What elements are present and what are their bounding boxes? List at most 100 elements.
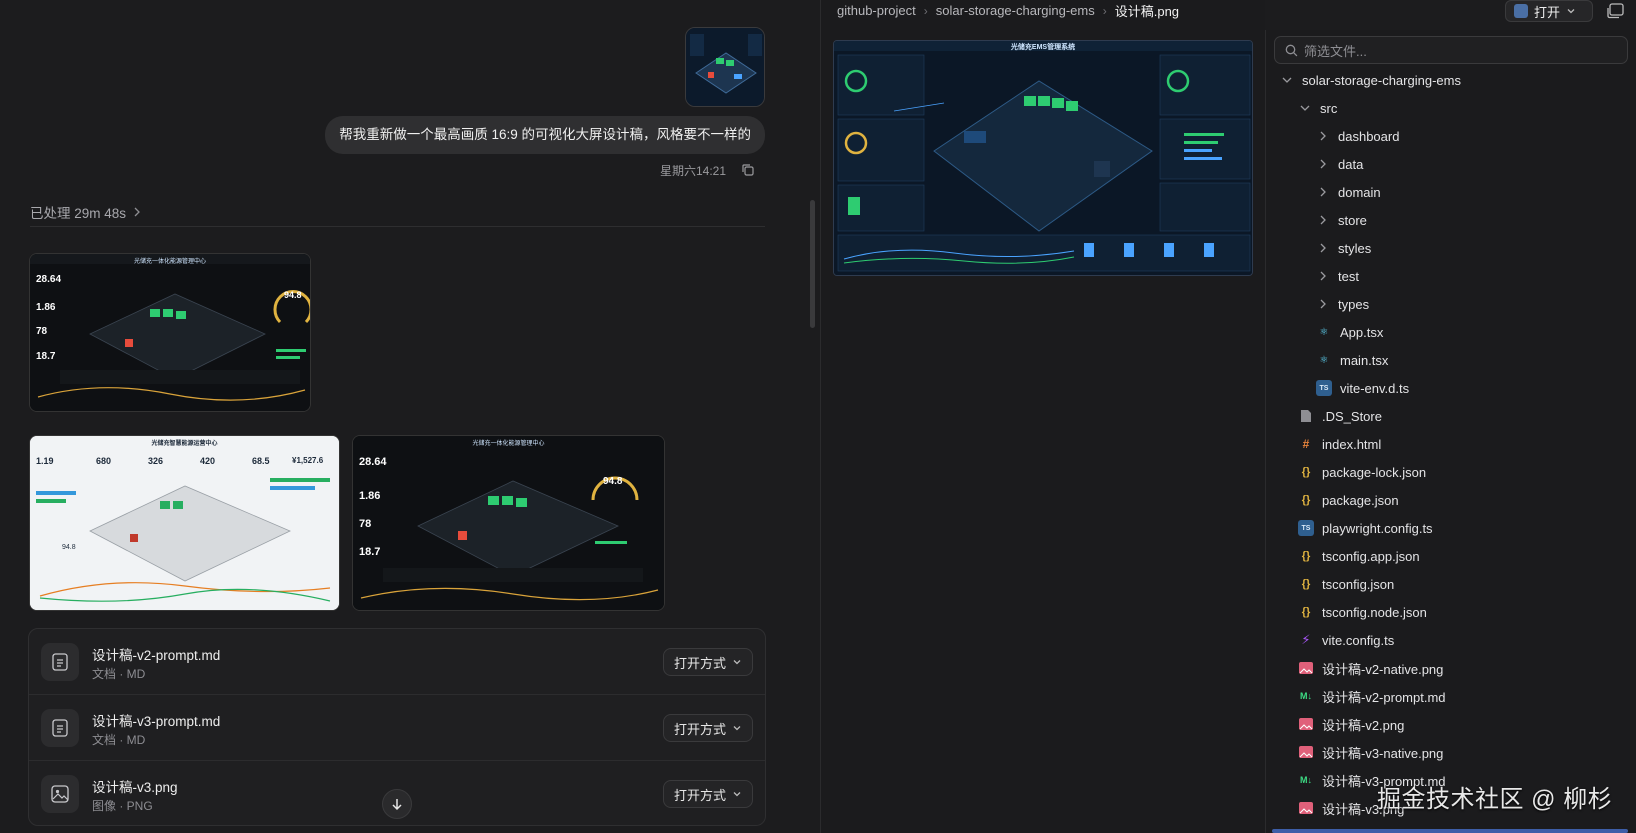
attached-image-thumbnail[interactable] — [685, 27, 765, 107]
tree-file[interactable]: TS vite-env.d.ts — [1316, 376, 1409, 400]
scroll-to-bottom-button[interactable] — [382, 789, 412, 819]
chevron-down-icon — [1282, 77, 1292, 83]
generated-image-1[interactable]: 光储充一体化能源管理中心 28.64 1.86 78 18.7 94.8 — [29, 253, 311, 412]
tree-item-label: test — [1338, 268, 1359, 284]
tree-item-label: vite.config.ts — [1322, 632, 1395, 648]
tree-item-label: store — [1338, 212, 1367, 228]
file-row[interactable]: 设计稿-v2-prompt.md 文档 · MD 打开方式 — [29, 629, 765, 695]
message-timestamp: 星期六14:21 — [660, 164, 727, 178]
markdown-icon: M↓ — [1300, 691, 1312, 701]
kpi-value: 326 — [148, 456, 164, 466]
chevron-down-icon — [1567, 9, 1575, 14]
json-icon: {} — [1301, 550, 1311, 562]
tree-folder[interactable]: types — [1316, 292, 1369, 316]
gauge-value: 94.8 — [62, 544, 76, 551]
tree-folder[interactable]: data — [1316, 152, 1363, 176]
kpi-value: 420 — [200, 456, 216, 466]
tree-file[interactable]: 设计稿-v2.png — [1298, 712, 1404, 736]
tree-folder-root[interactable]: solar-storage-charging-ems — [1280, 68, 1461, 92]
kpi-value: ¥1,527.6 — [292, 456, 324, 465]
tree-folder[interactable]: styles — [1316, 236, 1371, 260]
html-icon: # — [1302, 437, 1310, 451]
json-icon: {} — [1301, 466, 1311, 478]
chevron-right-icon: › — [1102, 3, 1107, 18]
json-icon: {} — [1301, 578, 1311, 590]
tree-file[interactable]: {} tsconfig.json — [1298, 572, 1395, 596]
open-with-label: 打开方式 — [673, 721, 726, 737]
tree-file[interactable]: 设计稿-v2-native.png — [1298, 656, 1443, 680]
file-row[interactable]: 设计稿-v3-prompt.md 文档 · MD 打开方式 — [29, 695, 765, 761]
markdown-icon: M↓ — [1300, 775, 1312, 785]
tree-file[interactable]: # index.html — [1298, 432, 1382, 456]
tree-folder[interactable]: dashboard — [1316, 124, 1399, 148]
tree-item-label: main.tsx — [1340, 352, 1389, 368]
chat-scrollbar[interactable] — [810, 200, 815, 328]
open-with-button[interactable]: 打开方式 — [662, 648, 753, 676]
tree-item-label: vite-env.d.ts — [1340, 380, 1410, 396]
tree-item-label: tsconfig.app.json — [1322, 548, 1420, 564]
image-preview-pane: github-project › solar-storage-charging-… — [821, 0, 1265, 833]
tree-file[interactable]: ⚛ main.tsx — [1316, 348, 1389, 372]
tree-folder[interactable]: domain — [1316, 180, 1381, 204]
kpi-value: 18.7 — [359, 546, 381, 558]
tree-file[interactable]: .DS_Store — [1298, 404, 1382, 428]
tree-file[interactable]: ⚛ App.tsx — [1316, 320, 1384, 344]
kpi-value: 1.19 — [36, 456, 54, 466]
tree-folder[interactable]: store — [1316, 208, 1367, 232]
tree-folder[interactable]: test — [1316, 264, 1359, 288]
file-tree-panel: 筛选文件... solar-storage-charging-ems src d… — [1266, 30, 1636, 833]
watermark-text: 掘金技术社区 @ 柳杉 — [1377, 786, 1613, 813]
chevron-right-icon — [1320, 131, 1326, 141]
preview-image: 光储充EMS管理系统 — [833, 40, 1253, 276]
kpi-value: 28.64 — [359, 456, 387, 468]
processed-status[interactable]: 已处理 29m 48s — [30, 202, 142, 222]
tree-item-label: index.html — [1322, 436, 1382, 452]
tree-file[interactable]: {} tsconfig.app.json — [1298, 544, 1420, 568]
tree-item-label: types — [1338, 296, 1370, 312]
tree-item-label: src — [1320, 100, 1338, 116]
tree-file[interactable]: {} package.json — [1298, 488, 1399, 512]
new-window-icon[interactable] — [1604, 1, 1628, 21]
generated-image-3[interactable]: 光储充一体化能源管理中心 28.64 1.86 78 18.7 94.8 — [352, 435, 665, 611]
file-type: 图像 · PNG — [92, 799, 153, 813]
tree-item-label: App.tsx — [1340, 324, 1384, 340]
open-with-button[interactable]: 打开方式 — [662, 714, 753, 742]
generated-image-2[interactable]: 光储充智慧能源运营中心 1.19 680 326 420 68.5 ¥1,527… — [29, 435, 340, 611]
tree-item-label: 设计稿-v2-native.png — [1322, 661, 1444, 677]
open-with-label: 打开方式 — [673, 787, 726, 803]
chevron-down-icon — [733, 792, 741, 797]
tree-item-label: tsconfig.node.json — [1322, 604, 1427, 620]
breadcrumb-item[interactable]: github-project — [837, 3, 916, 18]
chat-pane: 帮我重新做一个最高画质 16:9 的可视化大屏设计稿，风格要不一样的 星期六14… — [0, 0, 820, 833]
tree-file[interactable]: 设计稿-v3-native.png — [1298, 740, 1443, 764]
tree-item-label: package.json — [1322, 492, 1399, 508]
breadcrumb-item[interactable]: solar-storage-charging-ems — [936, 3, 1095, 18]
tree-file[interactable]: TS playwright.config.ts — [1298, 516, 1433, 540]
divider — [30, 226, 765, 227]
gauge-value: 94.8 — [603, 476, 623, 487]
copy-icon[interactable] — [740, 162, 756, 178]
gauge-value: 94.8 — [284, 290, 302, 300]
tree-file[interactable]: {} tsconfig.node.json — [1298, 600, 1427, 624]
open-with-button[interactable]: 打开方式 — [662, 780, 753, 808]
image-file-icon — [1298, 744, 1314, 760]
open-in-app-button[interactable]: 打开 — [1505, 0, 1593, 22]
tree-item-label: tsconfig.json — [1322, 576, 1395, 592]
document-icon — [41, 643, 79, 681]
tree-file[interactable]: ⚡ vite.config.ts — [1298, 628, 1394, 652]
tree-file[interactable]: M↓ 设计稿-v2-prompt.md — [1298, 684, 1446, 708]
chevron-down-icon — [733, 660, 741, 665]
tree-item-label: playwright.config.ts — [1322, 520, 1433, 536]
typescript-icon: TS — [1316, 380, 1332, 396]
arrow-down-icon — [392, 799, 402, 811]
tree-item-label: solar-storage-charging-ems — [1302, 72, 1461, 88]
tree-item-label: domain — [1338, 184, 1381, 200]
chevron-down-icon — [733, 726, 741, 731]
tree-file[interactable]: {} package-lock.json — [1298, 460, 1426, 484]
processed-label: 已处理 29m 48s — [30, 206, 127, 221]
image-file-icon — [41, 775, 79, 813]
vite-icon: ⚡ — [1301, 632, 1311, 647]
tree-folder-src[interactable]: src — [1298, 96, 1337, 120]
image-title: 光储充智慧能源运营中心 — [151, 441, 218, 447]
filter-files-input[interactable]: 筛选文件... — [1274, 36, 1628, 64]
